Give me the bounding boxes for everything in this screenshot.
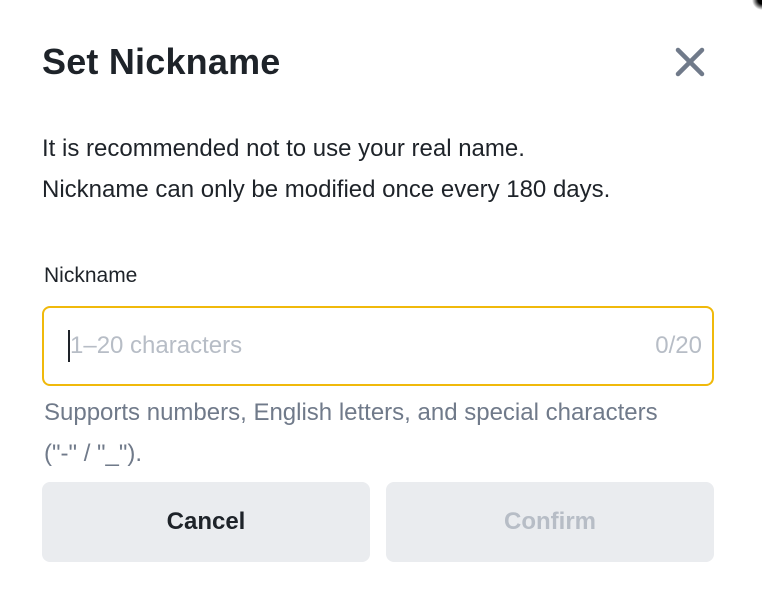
dialog-description: It is recommended not to use your real n… bbox=[42, 128, 732, 210]
corner-shadow bbox=[752, 0, 762, 14]
nickname-input[interactable] bbox=[70, 326, 656, 366]
close-button[interactable] bbox=[670, 40, 710, 84]
cancel-button[interactable]: Cancel bbox=[42, 482, 370, 562]
nickname-input-box[interactable]: 0/20 bbox=[42, 306, 714, 386]
nickname-label: Nickname bbox=[44, 264, 138, 287]
confirm-button[interactable]: Confirm bbox=[386, 482, 714, 562]
close-icon bbox=[675, 47, 705, 77]
dialog-title: Set Nickname bbox=[42, 41, 281, 82]
description-line: Nickname can only be modified once every… bbox=[42, 176, 611, 203]
set-nickname-dialog: Set Nickname It is recommended not to us… bbox=[0, 0, 762, 602]
character-counter: 0/20 bbox=[655, 332, 702, 359]
nickname-hint: Supports numbers, English letters, and s… bbox=[44, 399, 658, 467]
description-line: It is recommended not to use your real n… bbox=[42, 135, 525, 162]
